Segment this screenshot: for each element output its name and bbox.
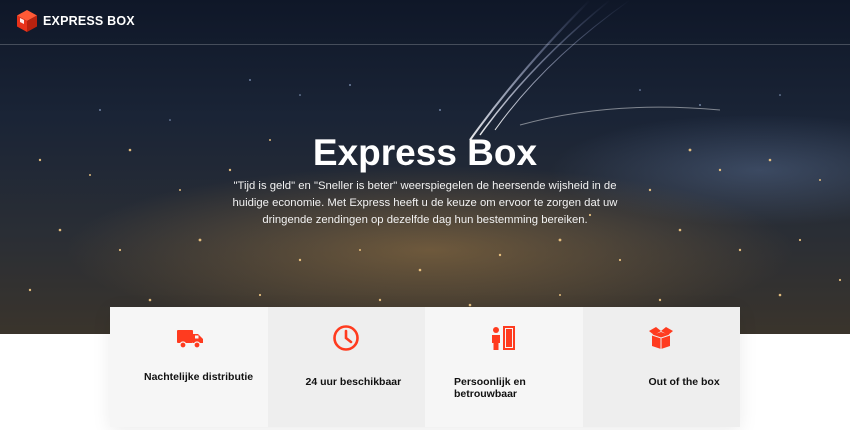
clock-icon bbox=[332, 325, 359, 351]
feature-label: Nachtelijke distributie bbox=[144, 371, 254, 383]
open-box-icon bbox=[648, 327, 673, 349]
header-divider bbox=[0, 44, 850, 45]
truck-icon bbox=[177, 330, 203, 349]
hero-description: "Tijd is geld" en "Sneller is beter" wee… bbox=[232, 180, 618, 226]
cube-box-logo-icon bbox=[17, 10, 37, 32]
feature-label: 24 uur beschikbaar bbox=[305, 376, 402, 388]
feature-label: Out of the box bbox=[648, 376, 720, 388]
features-row: Nachtelijke distributie 24 uur beschikba… bbox=[110, 307, 740, 427]
feature-card-reliability: Persoonlijk en betrouwbaar bbox=[425, 307, 583, 427]
feature-card-out-of-box: Out of the box bbox=[582, 307, 740, 427]
hero-section: EXPRESS BOX Express Box "Tijd is geld" e… bbox=[0, 0, 850, 334]
feature-card-distribution: Nachtelijke distributie bbox=[110, 307, 268, 427]
hero-title: Express Box bbox=[312, 132, 538, 173]
brand-name: EXPRESS BOX bbox=[43, 14, 135, 28]
feature-label: Persoonlijk en betrouwbaar bbox=[454, 376, 526, 400]
feature-card-availability: 24 uur beschikbaar bbox=[267, 307, 425, 427]
brand-logo-link[interactable]: EXPRESS BOX bbox=[16, 9, 135, 33]
person-door-icon bbox=[492, 326, 515, 350]
